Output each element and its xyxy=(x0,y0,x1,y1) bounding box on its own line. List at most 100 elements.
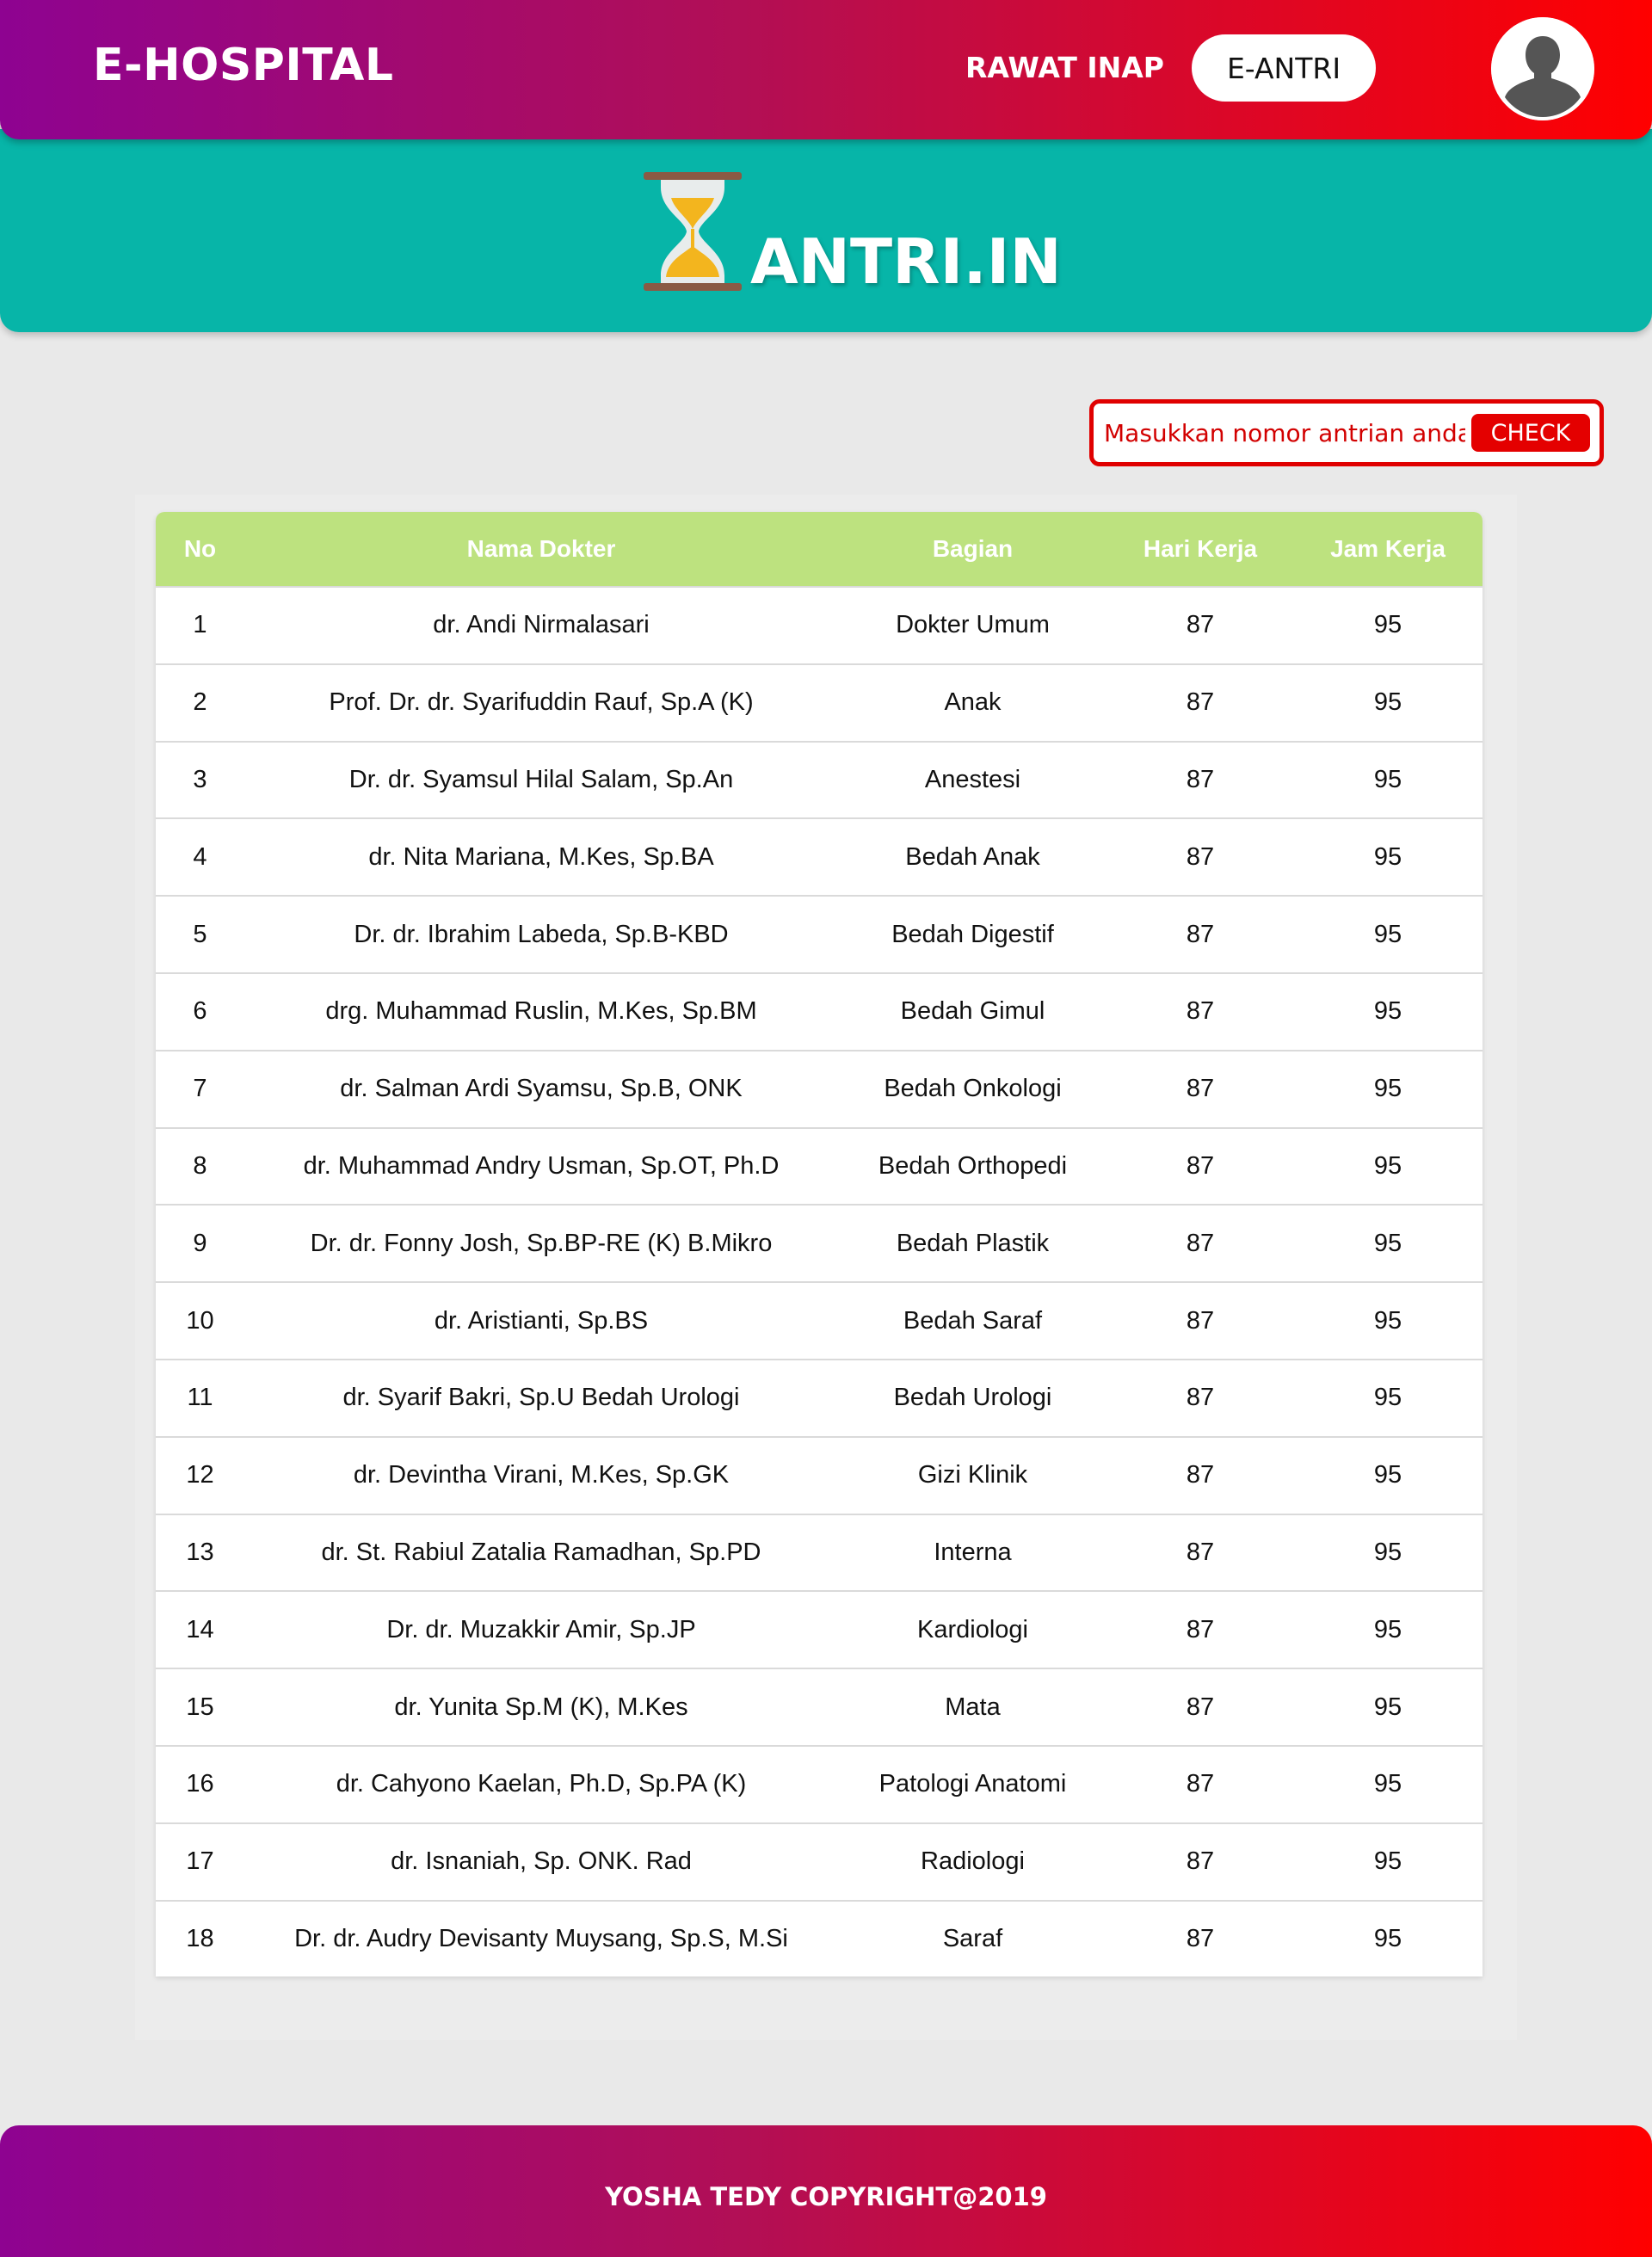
cell-hari-kerja: 87 xyxy=(1186,920,1215,948)
cell-hari-kerja: 87 xyxy=(1186,1151,1215,1180)
cell-bagian: Bedah Plastik xyxy=(896,1229,1050,1257)
cell-jam-kerja: 95 xyxy=(1373,1461,1402,1489)
cell-hari-kerja: 87 xyxy=(1186,1075,1215,1103)
doctor-schedule-table: No Nama Dokter Bagian Hari Kerja Jam Ker… xyxy=(156,512,1482,1977)
nav-link-e-antri[interactable]: E-ANTRI xyxy=(1192,34,1376,102)
cell-hari-kerja: 87 xyxy=(1186,1461,1215,1489)
cell-hari-kerja: 87 xyxy=(1186,1770,1215,1798)
cell-no: 12 xyxy=(186,1461,214,1489)
cell-no: 1 xyxy=(193,611,207,639)
cell-no: 17 xyxy=(186,1847,214,1876)
cell-jam-kerja: 95 xyxy=(1373,1306,1402,1335)
table-row: 9 Dr. dr. Fonny Josh, Sp.BP-RE (K) B.Mik… xyxy=(156,1204,1482,1281)
table-row: 12 dr. Devintha Virani, M.Kes, Sp.GK Giz… xyxy=(156,1435,1482,1514)
table-row: 11 dr. Syarif Bakri, Sp.U Bedah Urologi … xyxy=(156,1358,1482,1436)
table-row: 2 Prof. Dr. dr. Syarifuddin Rauf, Sp.A (… xyxy=(156,663,1482,741)
nav-link-rawat-inap[interactable]: RAWAT INAP xyxy=(965,51,1164,84)
cell-nama-dokter: Dr. dr. Syamsul Hilal Salam, Sp.An xyxy=(348,765,734,793)
table-row: 17 dr. Isnaniah, Sp. ONK. Rad Radiologi … xyxy=(156,1822,1482,1900)
cell-hari-kerja: 87 xyxy=(1186,1847,1215,1876)
table-row: 13 dr. St. Rabiul Zatalia Ramadhan, Sp.P… xyxy=(156,1513,1482,1591)
cell-no: 4 xyxy=(193,842,207,871)
cell-nama-dokter: dr. Aristianti, Sp.BS xyxy=(434,1306,649,1335)
cell-hari-kerja: 87 xyxy=(1186,1384,1215,1412)
cell-jam-kerja: 95 xyxy=(1373,688,1402,717)
queue-number-input[interactable] xyxy=(1104,414,1465,452)
cell-bagian: Kardiologi xyxy=(917,1615,1028,1643)
cell-jam-kerja: 95 xyxy=(1373,920,1402,948)
cell-hari-kerja: 87 xyxy=(1186,1615,1215,1643)
column-header-jam-kerja: Jam Kerja xyxy=(1330,535,1446,562)
cell-nama-dokter: dr. Nita Mariana, M.Kes, Sp.BA xyxy=(368,842,714,871)
table-row: 10 dr. Aristianti, Sp.BS Bedah Saraf 87 … xyxy=(156,1281,1482,1359)
cell-jam-kerja: 95 xyxy=(1373,1151,1402,1180)
footer-copyright: YOSHA TEDY COPYRIGHT@2019 xyxy=(605,2182,1047,2211)
cell-no: 10 xyxy=(186,1306,214,1335)
cell-jam-kerja: 95 xyxy=(1373,1770,1402,1798)
cell-hari-kerja: 87 xyxy=(1186,997,1215,1026)
cell-bagian: Interna xyxy=(934,1538,1012,1566)
cell-no: 8 xyxy=(193,1151,207,1180)
cell-nama-dokter: Dr. dr. Audry Devisanty Muysang, Sp.S, M… xyxy=(294,1924,788,1952)
cell-bagian: Bedah Urologi xyxy=(893,1384,1052,1412)
cell-no: 14 xyxy=(186,1615,214,1643)
table-row: 1 dr. Andi Nirmalasari Dokter Umum 87 95 xyxy=(156,586,1482,663)
table-row: 18 Dr. dr. Audry Devisanty Muysang, Sp.S… xyxy=(156,1899,1482,1977)
cell-nama-dokter: dr. Syarif Bakri, Sp.U Bedah Urologi xyxy=(342,1384,740,1412)
brand-logo-text[interactable]: E-HOSPITAL xyxy=(93,40,394,91)
cell-jam-kerja: 95 xyxy=(1373,1924,1402,1952)
cell-bagian: Saraf xyxy=(942,1924,1003,1952)
user-silhouette-icon xyxy=(1491,17,1594,120)
nav-link-e-antri-label: E-ANTRI xyxy=(1226,51,1341,85)
cell-bagian: Patologi Anatomi xyxy=(878,1770,1067,1798)
cell-jam-kerja: 95 xyxy=(1373,1538,1402,1566)
cell-nama-dokter: dr. Andi Nirmalasari xyxy=(433,611,650,639)
cell-bagian: Bedah Gimul xyxy=(900,997,1045,1026)
cell-bagian: Mata xyxy=(945,1693,1001,1721)
cell-no: 15 xyxy=(186,1693,214,1721)
table-header-row: No Nama Dokter Bagian Hari Kerja Jam Ker… xyxy=(156,512,1482,586)
cell-no: 6 xyxy=(193,997,207,1026)
cell-nama-dokter: Dr. dr. Fonny Josh, Sp.BP-RE (K) B.Mikro xyxy=(310,1229,773,1257)
cell-jam-kerja: 95 xyxy=(1373,997,1402,1026)
cell-nama-dokter: dr. Isnaniah, Sp. ONK. Rad xyxy=(391,1847,692,1876)
cell-bagian: Radiologi xyxy=(921,1847,1025,1876)
table-container: No Nama Dokter Bagian Hari Kerja Jam Ker… xyxy=(135,495,1517,2040)
cell-nama-dokter: dr. Cahyono Kaelan, Ph.D, Sp.PA (K) xyxy=(336,1770,747,1798)
cell-hari-kerja: 87 xyxy=(1186,1693,1215,1721)
table-row: 8 dr. Muhammad Andry Usman, Sp.OT, Ph.D … xyxy=(156,1126,1482,1205)
table-row: 6 drg. Muhammad Ruslin, M.Kes, Sp.BM Bed… xyxy=(156,971,1482,1050)
cell-no: 11 xyxy=(187,1384,213,1412)
cell-hari-kerja: 87 xyxy=(1186,765,1215,793)
hourglass-icon xyxy=(644,172,742,291)
column-header-hari-kerja: Hari Kerja xyxy=(1143,535,1258,562)
cell-bagian: Dokter Umum xyxy=(896,611,1050,639)
cell-no: 2 xyxy=(193,688,207,717)
cell-bagian: Bedah Digestif xyxy=(891,920,1054,948)
cell-nama-dokter: Prof. Dr. dr. Syarifuddin Rauf, Sp.A (K) xyxy=(329,688,754,717)
check-button[interactable]: CHECK xyxy=(1471,414,1590,452)
cell-jam-kerja: 95 xyxy=(1373,1693,1402,1721)
table-row: 4 dr. Nita Mariana, M.Kes, Sp.BA Bedah A… xyxy=(156,817,1482,895)
cell-jam-kerja: 95 xyxy=(1373,1847,1402,1876)
cell-bagian: Bedah Onkologi xyxy=(884,1075,1062,1103)
cell-no: 5 xyxy=(193,920,207,948)
table-row: 3 Dr. dr. Syamsul Hilal Salam, Sp.An Ane… xyxy=(156,740,1482,818)
cell-nama-dokter: dr. Muhammad Andry Usman, Sp.OT, Ph.D xyxy=(303,1151,780,1180)
cell-nama-dokter: Dr. dr. Muzakkir Amir, Sp.JP xyxy=(386,1615,696,1643)
cell-bagian: Anak xyxy=(944,688,1002,717)
cell-nama-dokter: dr. St. Rabiul Zatalia Ramadhan, Sp.PD xyxy=(321,1538,761,1566)
cell-jam-kerja: 95 xyxy=(1373,765,1402,793)
top-navbar: E-HOSPITAL RAWAT INAP E-ANTRI xyxy=(0,0,1652,139)
cell-hari-kerja: 87 xyxy=(1186,1924,1215,1952)
user-avatar[interactable] xyxy=(1491,17,1594,120)
cell-hari-kerja: 87 xyxy=(1186,1538,1215,1566)
cell-no: 7 xyxy=(193,1075,207,1103)
column-header-bagian: Bagian xyxy=(932,535,1014,562)
cell-jam-kerja: 95 xyxy=(1373,1229,1402,1257)
cell-nama-dokter: dr. Salman Ardi Syamsu, Sp.B, ONK xyxy=(340,1075,743,1103)
table-row: 15 dr. Yunita Sp.M (K), M.Kes Mata 87 95 xyxy=(156,1668,1482,1745)
cell-bagian: Bedah Saraf xyxy=(903,1306,1043,1335)
table-row: 16 dr. Cahyono Kaelan, Ph.D, Sp.PA (K) P… xyxy=(156,1744,1482,1822)
cell-bagian: Gizi Klinik xyxy=(917,1461,1028,1489)
